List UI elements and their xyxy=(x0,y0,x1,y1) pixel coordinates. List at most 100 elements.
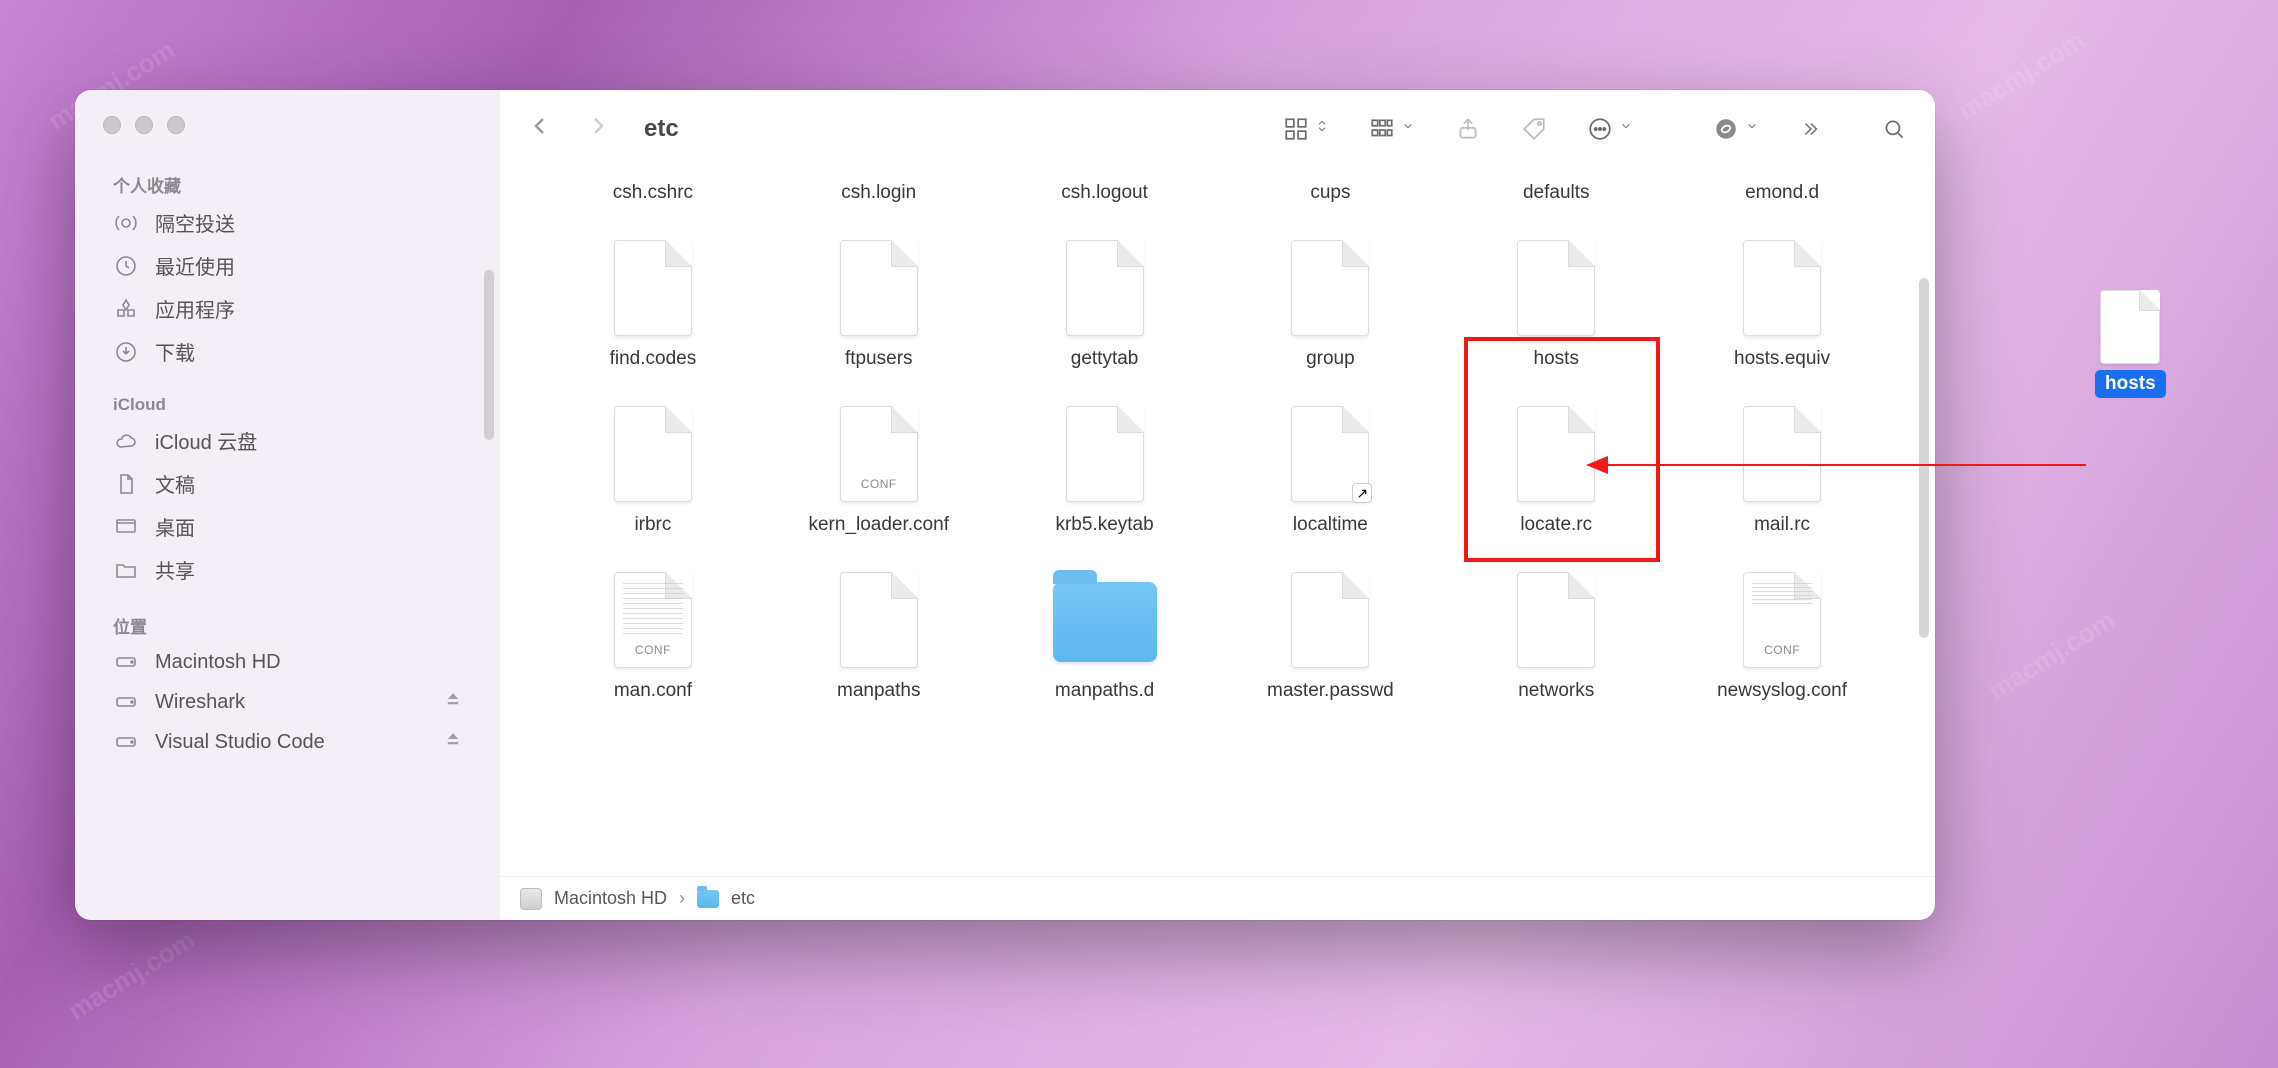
sidebar-item-label: 隔空投送 xyxy=(155,208,235,237)
file-label: kern_loader.conf xyxy=(808,514,949,536)
file-label: csh.cshrc xyxy=(613,182,693,204)
cloud-icon xyxy=(113,428,139,454)
tag-button[interactable] xyxy=(1521,116,1547,142)
file-label: manpaths.d xyxy=(1055,680,1154,702)
file-icon xyxy=(1066,406,1144,502)
shared-folder-icon xyxy=(113,557,139,583)
sidebar-item-macintosh-hd[interactable]: Macintosh HD xyxy=(99,642,476,682)
group-by-button[interactable] xyxy=(1369,116,1415,142)
sidebar-item-applications[interactable]: 应用程序 xyxy=(99,287,476,330)
file-icon xyxy=(1517,240,1595,336)
file-item-locate-rc[interactable]: locate.rc xyxy=(1443,396,1669,560)
sidebar-item-recents[interactable]: 最近使用 xyxy=(99,244,476,287)
sidebar-section-icloud: iCloud iCloud 云盘 文稿 桌面 共享 xyxy=(75,381,500,599)
overflow-button[interactable] xyxy=(1799,118,1821,140)
file-item-mail-rc[interactable]: mail.rc xyxy=(1669,396,1895,560)
file-item-ftpusers[interactable]: ftpusers xyxy=(766,230,992,394)
file-icon xyxy=(840,240,918,336)
view-mode-button[interactable] xyxy=(1283,116,1329,142)
file-icon xyxy=(1517,572,1595,668)
file-item-csh-cshrc[interactable]: csh.cshrc xyxy=(540,168,766,228)
file-item-krb5-keytab[interactable]: krb5.keytab xyxy=(992,396,1218,560)
sidebar-item-downloads[interactable]: 下载 xyxy=(99,330,476,373)
chevron-down-icon xyxy=(1619,119,1633,138)
path-segment[interactable]: etc xyxy=(731,888,755,909)
file-item-master-passwd[interactable]: master.passwd xyxy=(1217,562,1443,726)
file-item-localtime[interactable]: localtime xyxy=(1217,396,1443,560)
minimize-button[interactable] xyxy=(135,116,153,134)
zoom-button[interactable] xyxy=(167,116,185,134)
folder-icon xyxy=(697,890,719,908)
close-button[interactable] xyxy=(103,116,121,134)
folder-item-cups[interactable]: cups xyxy=(1217,168,1443,228)
file-item-csh-logout[interactable]: csh.logout xyxy=(992,168,1218,228)
file-icon xyxy=(1743,240,1821,336)
file-icon xyxy=(840,572,918,668)
file-label: hosts xyxy=(1534,348,1579,370)
sidebar-section-favorites: 个人收藏 隔空投送 最近使用 应用程序 下载 xyxy=(75,158,500,381)
file-item-networks[interactable]: networks xyxy=(1443,562,1669,726)
file-item-manpaths[interactable]: manpaths xyxy=(766,562,992,726)
folder-item-emond-d[interactable]: emond.d xyxy=(1669,168,1895,228)
sidebar-item-label: 桌面 xyxy=(155,512,195,541)
sidebar-item-documents[interactable]: 文稿 xyxy=(99,462,476,505)
sidebar-item-label: 最近使用 xyxy=(155,251,235,280)
chevron-down-icon xyxy=(1401,119,1415,138)
disk-icon xyxy=(113,729,139,755)
sidebar-scrollbar[interactable] xyxy=(484,270,494,440)
file-item-csh-login[interactable]: csh.login xyxy=(766,168,992,228)
back-button[interactable] xyxy=(528,112,552,145)
sidebar-heading: 位置 xyxy=(99,607,476,642)
apps-icon xyxy=(113,296,139,322)
file-label: gettytab xyxy=(1071,348,1139,370)
file-item-hosts[interactable]: hosts xyxy=(1443,230,1669,394)
file-item-hosts-equiv[interactable]: hosts.equiv xyxy=(1669,230,1895,394)
file-item-irbrc[interactable]: irbrc xyxy=(540,396,766,560)
folder-icon xyxy=(1053,582,1157,662)
sidebar-item-label: 文稿 xyxy=(155,469,195,498)
sidebar-item-vscode[interactable]: Visual Studio Code xyxy=(99,722,476,762)
sidebar-item-desktop[interactable]: 桌面 xyxy=(99,505,476,548)
file-label: find.codes xyxy=(610,348,697,370)
watermark: macmj.com xyxy=(63,924,201,1026)
forward-button[interactable] xyxy=(586,112,610,145)
sidebar-heading: 个人收藏 xyxy=(99,166,476,201)
folder-item-manpaths-d[interactable]: manpaths.d xyxy=(992,562,1218,726)
window-controls xyxy=(75,112,500,158)
file-icon xyxy=(614,572,692,668)
sidebar-item-wireshark[interactable]: Wireshark xyxy=(99,682,476,722)
sidebar-item-airdrop[interactable]: 隔空投送 xyxy=(99,201,476,244)
sidebar-item-icloud-drive[interactable]: iCloud 云盘 xyxy=(99,419,476,462)
folder-item-defaults[interactable]: defaults xyxy=(1443,168,1669,228)
file-item-find-codes[interactable]: find.codes xyxy=(540,230,766,394)
path-segment[interactable]: Macintosh HD xyxy=(554,888,667,909)
more-actions-button[interactable] xyxy=(1587,116,1633,142)
file-item-gettytab[interactable]: gettytab xyxy=(992,230,1218,394)
file-label: man.conf xyxy=(614,680,692,702)
clock-icon xyxy=(113,253,139,279)
sidebar-item-label: Visual Studio Code xyxy=(155,731,325,754)
content-scrollbar[interactable] xyxy=(1919,278,1929,638)
file-item-kern-loader-conf[interactable]: kern_loader.conf xyxy=(766,396,992,560)
desktop-file-hosts[interactable]: hosts xyxy=(2095,290,2166,398)
eject-icon[interactable] xyxy=(444,730,462,754)
document-icon xyxy=(113,471,139,497)
search-button[interactable] xyxy=(1881,116,1907,142)
file-item-newsyslog-conf[interactable]: newsyslog.conf xyxy=(1669,562,1895,726)
file-item-man-conf[interactable]: man.conf xyxy=(540,562,766,726)
disk-icon xyxy=(113,689,139,715)
eject-icon[interactable] xyxy=(444,690,462,714)
file-label: cups xyxy=(1310,182,1350,204)
file-item-group[interactable]: group xyxy=(1217,230,1443,394)
download-icon xyxy=(113,339,139,365)
file-icon xyxy=(1743,572,1821,668)
file-label: group xyxy=(1306,348,1355,370)
desktop-icon xyxy=(113,514,139,540)
sidebar-item-label: 应用程序 xyxy=(155,294,235,323)
file-icon xyxy=(1517,406,1595,502)
chevron-down-icon xyxy=(1745,119,1759,138)
sync-status-button[interactable] xyxy=(1713,116,1759,142)
sidebar-item-shared[interactable]: 共享 xyxy=(99,548,476,591)
share-button[interactable] xyxy=(1455,116,1481,142)
file-icon xyxy=(2100,290,2160,364)
